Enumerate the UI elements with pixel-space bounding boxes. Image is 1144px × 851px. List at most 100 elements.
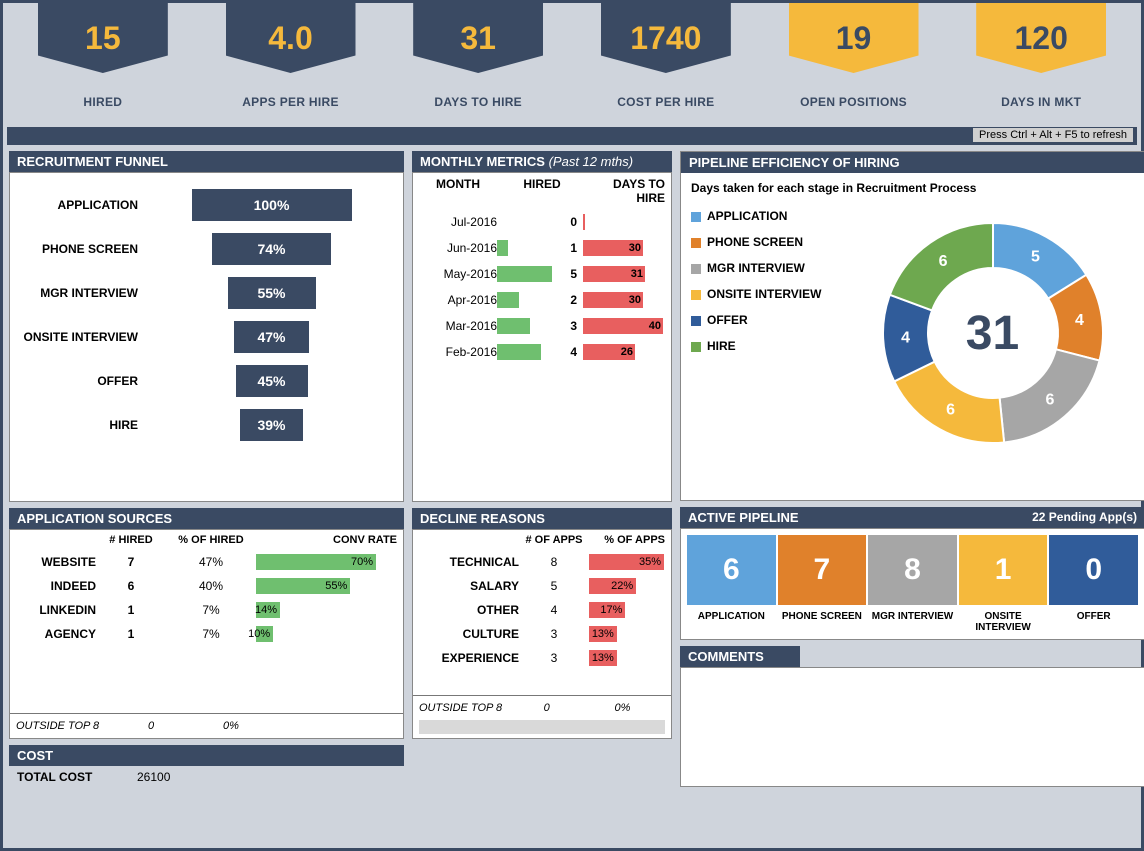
days-bar: 40 xyxy=(583,318,663,334)
hired-value: 2 xyxy=(557,293,577,307)
pipeline-donut-center: 31 xyxy=(966,306,1019,361)
decline-table: # OF APPS% OF APPS TECHNICAL8 35% SALARY… xyxy=(412,529,672,739)
appsrc-row: LINKEDIN17% 14% xyxy=(10,598,403,622)
funnel-label: ONSITE INTERVIEW xyxy=(16,330,146,344)
funnel-chart: APPLICATION 100% PHONE SCREEN 74% MGR IN… xyxy=(9,172,404,502)
pipeline-efficiency-desc: Days taken for each stage in Recruitment… xyxy=(691,181,1134,195)
days-bar: 30 xyxy=(583,240,643,256)
funnel-label: HIRE xyxy=(16,418,146,432)
kpi-label: APPS PER HIRE xyxy=(242,95,339,109)
kpi-ribbon: 19 xyxy=(789,3,919,73)
hired-value: 3 xyxy=(557,319,577,333)
decline-bar: 35% xyxy=(589,554,664,570)
kpi-ribbon: 15 xyxy=(38,3,168,73)
pipeline-efficiency-title: PIPELINE EFFICIENCY OF HIRING xyxy=(681,152,1144,173)
kpi-value: 31 xyxy=(460,20,496,57)
decline-bar: 22% xyxy=(589,578,636,594)
funnel-row: PHONE SCREEN 74% xyxy=(16,229,397,269)
donut-slice-value: 6 xyxy=(1045,391,1054,408)
kpi-value: 1740 xyxy=(630,20,701,57)
decline-bar: 13% xyxy=(589,626,617,642)
cost-label: TOTAL COST xyxy=(17,770,137,784)
days-bar: 30 xyxy=(583,292,643,308)
pipeline-box: 8 xyxy=(868,535,957,605)
days-bar: 31 xyxy=(583,266,645,282)
monthly-header: MONTHHIREDDAYS TO HIRE xyxy=(413,173,671,209)
kpi-value: 19 xyxy=(836,20,872,57)
active-pipeline-boxes: 67810 xyxy=(681,529,1144,611)
legend-swatch xyxy=(691,290,701,300)
cost-value: 26100 xyxy=(137,770,170,784)
funnel-row: MGR INTERVIEW 55% xyxy=(16,273,397,313)
legend-swatch xyxy=(691,316,701,326)
kpi-open-positions: 19 OPEN POSITIONS xyxy=(764,3,944,123)
kpi-ribbon: 1740 xyxy=(601,3,731,73)
active-pipeline-title: ACTIVE PIPELINE 22 Pending App(s) xyxy=(680,507,1144,528)
pipeline-box: 6 xyxy=(687,535,776,605)
decline-row: OTHER4 17% xyxy=(413,598,671,622)
appsrc-row: INDEED640% 55% xyxy=(10,574,403,598)
kpi-ribbon: 4.0 xyxy=(226,3,356,73)
monthly-row: Mar-2016 3 40 xyxy=(413,313,671,339)
funnel-bar: 45% xyxy=(236,365,308,397)
monthly-month: Apr-2016 xyxy=(419,293,497,307)
kpi-apps-per-hire: 4.0 APPS PER HIRE xyxy=(201,3,381,123)
hired-bar xyxy=(497,344,541,360)
funnel-row: OFFER 45% xyxy=(16,361,397,401)
appsrc-row: WEBSITE747% 70% xyxy=(10,550,403,574)
refresh-hint-bar: Press Ctrl + Alt + F5 to refresh xyxy=(7,127,1137,145)
legend-swatch xyxy=(691,264,701,274)
appsrc-table: # HIRED% OF HIREDCONV RATE WEBSITE747% 7… xyxy=(9,529,404,739)
funnel-bar: 100% xyxy=(192,189,352,221)
kpi-row: 15 HIRED 4.0 APPS PER HIRE 31 DAYS TO HI… xyxy=(3,3,1141,123)
kpi-days-in-mkt: 120 DAYS IN MKT xyxy=(951,3,1131,123)
refresh-hint: Press Ctrl + Alt + F5 to refresh xyxy=(973,128,1133,142)
monthly-month: Mar-2016 xyxy=(419,319,497,333)
monthly-row: Apr-2016 2 30 xyxy=(413,287,671,313)
comments-box[interactable] xyxy=(680,667,1144,787)
monthly-month: Jun-2016 xyxy=(419,241,497,255)
donut-slice-value: 4 xyxy=(901,329,910,346)
monthly-row: Feb-2016 4 26 xyxy=(413,339,671,365)
kpi-value: 4.0 xyxy=(268,20,312,57)
pipeline-box: 0 xyxy=(1049,535,1138,605)
monthly-month: Feb-2016 xyxy=(419,345,497,359)
pipeline-box-label: PHONE SCREEN xyxy=(778,611,867,633)
hired-value: 1 xyxy=(557,241,577,255)
legend-item: ONSITE INTERVIEW xyxy=(691,281,851,307)
cost-row: TOTAL COST 26100 xyxy=(9,766,404,788)
decline-header: # OF APPS% OF APPS xyxy=(413,530,671,550)
hired-bar xyxy=(497,240,508,256)
funnel-row: APPLICATION 100% xyxy=(16,185,397,225)
active-pipeline-panel: 67810 APPLICATIONPHONE SCREENMGR INTERVI… xyxy=(680,528,1144,640)
legend-item: MGR INTERVIEW xyxy=(691,255,851,281)
hired-bar xyxy=(497,318,530,334)
pipeline-box-label: APPLICATION xyxy=(687,611,776,633)
pipeline-donut-chart: 546646 31 xyxy=(851,203,1134,463)
legend-swatch xyxy=(691,238,701,248)
funnel-bar: 47% xyxy=(234,321,309,353)
decline-title: DECLINE REASONS xyxy=(412,508,672,529)
decline-row: TECHNICAL8 35% xyxy=(413,550,671,574)
days-bar xyxy=(583,214,585,230)
monthly-row: May-2016 5 31 xyxy=(413,261,671,287)
kpi-hired: 15 HIRED xyxy=(13,3,193,123)
decline-row: EXPERIENCE3 13% xyxy=(413,646,671,670)
monthly-chart: MONTHHIREDDAYS TO HIRE Jul-2016 0 Jun-20… xyxy=(412,172,672,502)
kpi-value: 15 xyxy=(85,20,121,57)
decline-scrollbar[interactable] xyxy=(419,720,665,734)
decline-row: CULTURE3 13% xyxy=(413,622,671,646)
appsrc-header: # HIRED% OF HIREDCONV RATE xyxy=(10,530,403,550)
pipeline-box: 7 xyxy=(778,535,867,605)
pipeline-box-label: MGR INTERVIEW xyxy=(868,611,957,633)
kpi-days-to-hire: 31 DAYS TO HIRE xyxy=(388,3,568,123)
kpi-label: DAYS IN MKT xyxy=(1001,95,1081,109)
funnel-row: ONSITE INTERVIEW 47% xyxy=(16,317,397,357)
donut-slice-value: 6 xyxy=(946,402,955,419)
decline-footer: OUTSIDE TOP 800% xyxy=(413,695,671,720)
funnel-bar: 39% xyxy=(240,409,302,441)
kpi-value: 120 xyxy=(1014,20,1067,57)
donut-slice-value: 5 xyxy=(1031,248,1040,265)
conv-bar: 70% xyxy=(256,554,376,570)
hired-value: 0 xyxy=(557,215,577,229)
